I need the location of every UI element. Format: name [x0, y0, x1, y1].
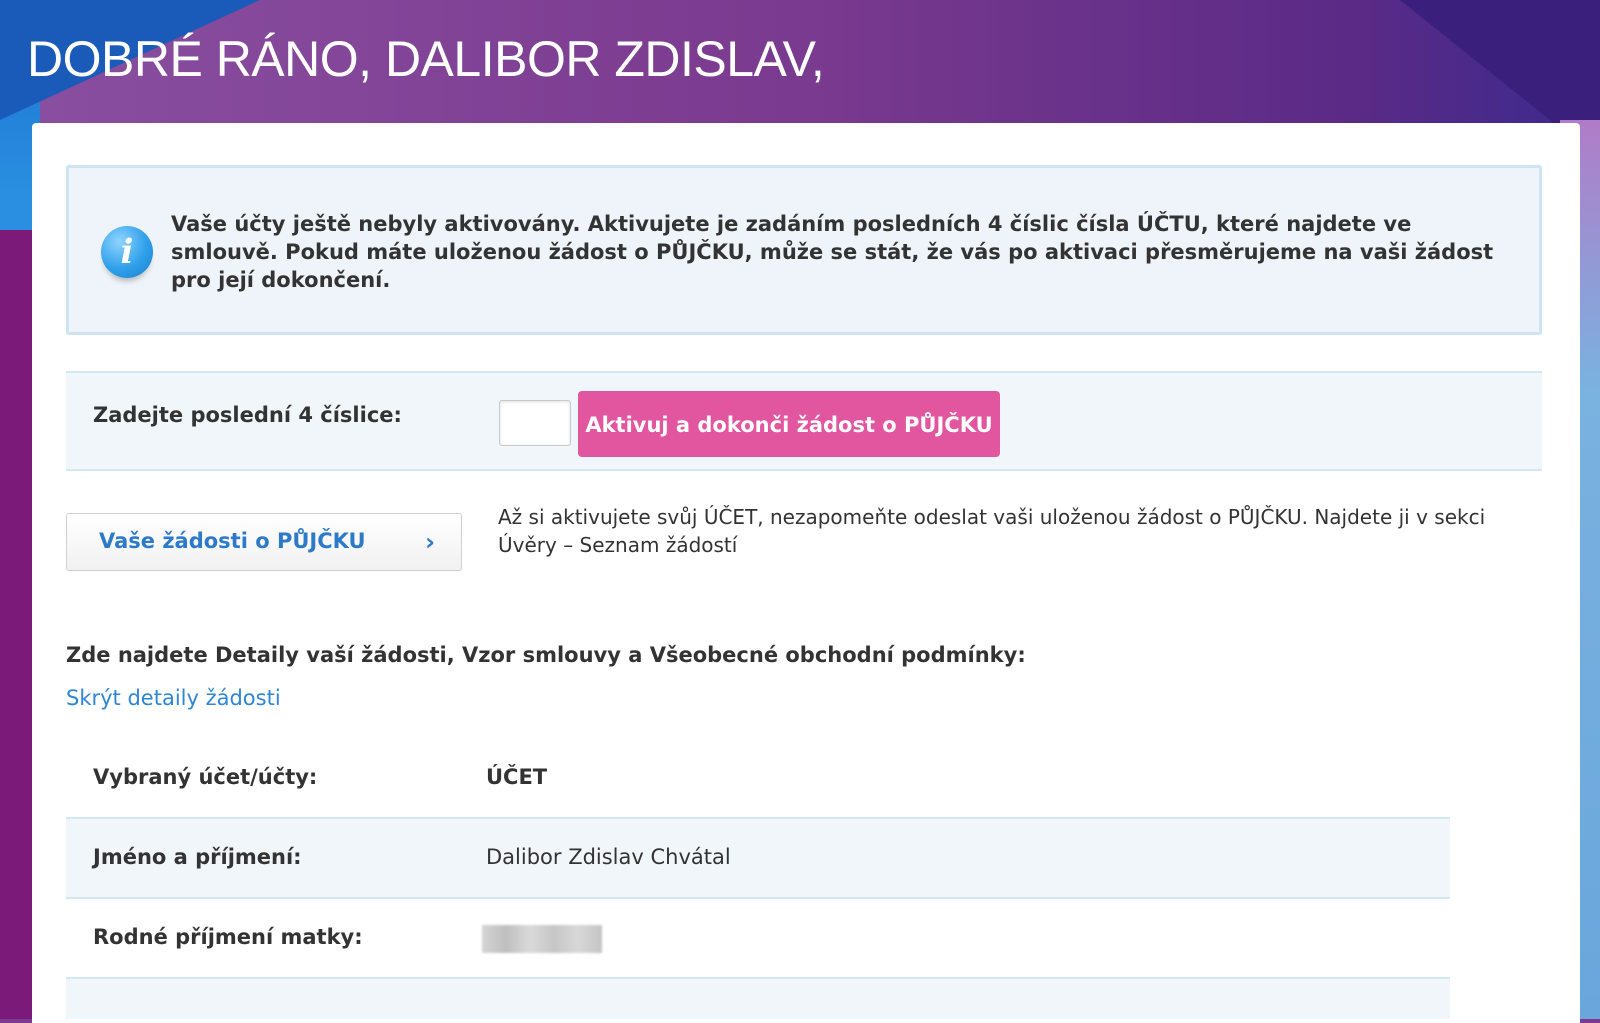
chevron-right-icon: ›	[425, 528, 435, 556]
greeting-title: DOBRÉ RÁNO, DALIBOR ZDISLAV,	[27, 31, 825, 87]
activation-info-box: i Vaše účty ještě nebyly aktivovány. Akt…	[66, 165, 1542, 335]
detail-row-name: Jméno a příjmení: Dalibor Zdislav Chváta…	[66, 819, 1450, 899]
request-details-table: Vybraný účet/účty: ÚČET Jméno a příjmení…	[66, 739, 1450, 1019]
hide-details-link[interactable]: Skrýt detaily žádosti	[66, 686, 281, 710]
activation-form-row: Zadejte poslední 4 číslice: Aktivuj a do…	[66, 371, 1542, 471]
detail-value: ÚČET	[486, 765, 548, 789]
detail-row-account: Vybraný účet/účty: ÚČET	[66, 739, 1450, 819]
detail-row-next	[66, 979, 1450, 1019]
detail-row-mother-maiden-name: Rodné příjmení matky:	[66, 899, 1450, 979]
last-four-digits-input[interactable]	[499, 400, 571, 446]
detail-label: Vybraný účet/účty:	[93, 765, 318, 789]
detail-label: Jméno a příjmení:	[93, 845, 302, 869]
main-card: i Vaše účty ještě nebyly aktivovány. Akt…	[32, 123, 1580, 1023]
loan-requests-note: Až si aktivujete svůj ÚČET, nezapomeňte …	[498, 505, 1486, 557]
info-icon: i	[101, 226, 153, 278]
detail-value: Dalibor Zdislav Chvátal	[486, 845, 731, 869]
loan-requests-button[interactable]: Vaše žádosti o PŮJČKU ›	[66, 513, 462, 571]
details-heading: Zde najdete Detaily vaší žádosti, Vzor s…	[66, 643, 1026, 667]
info-message: Vaše účty ještě nebyly aktivovány. Aktiv…	[171, 212, 1494, 292]
digits-label: Zadejte poslední 4 číslice:	[93, 403, 402, 427]
loan-requests-button-label: Vaše žádosti o PŮJČKU	[99, 529, 366, 553]
detail-label: Rodné příjmení matky:	[93, 925, 363, 949]
redacted-value	[482, 925, 602, 953]
activate-and-complete-button[interactable]: Aktivuj a dokonči žádost o PŮJČKU	[578, 391, 1000, 457]
